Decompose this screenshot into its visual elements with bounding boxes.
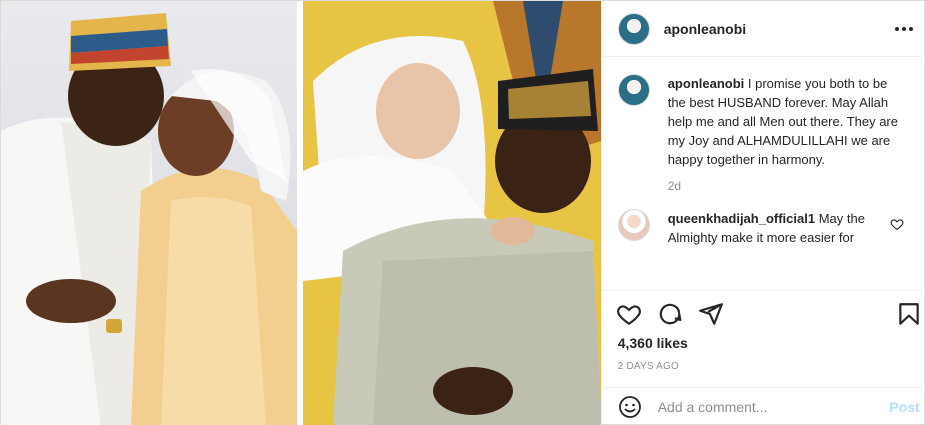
comment-input[interactable] bbox=[657, 399, 868, 415]
caption: aponleanobi I promise you both to be the… bbox=[617, 74, 910, 169]
add-comment-bar: Post bbox=[601, 387, 925, 425]
comment-text: queenkhadijah_official1 May the Almighty… bbox=[668, 209, 884, 247]
comment-item: queenkhadijah_official1 May the Almighty… bbox=[617, 209, 910, 247]
bookmark-icon[interactable] bbox=[896, 301, 922, 327]
heart-icon[interactable] bbox=[616, 301, 642, 327]
post-actions bbox=[601, 290, 925, 330]
post-button[interactable]: Post bbox=[889, 399, 919, 415]
instagram-post: aponleanobi aponleanobi I promise you bo… bbox=[0, 0, 925, 425]
post-sidebar: aponleanobi aponleanobi I promise you bo… bbox=[600, 1, 925, 425]
emoji-icon[interactable] bbox=[618, 395, 642, 419]
more-icon[interactable] bbox=[890, 15, 918, 43]
comments-section: aponleanobi I promise you both to be the… bbox=[602, 58, 925, 289]
comment-like-icon[interactable] bbox=[890, 217, 904, 231]
commenter-username[interactable]: queenkhadijah_official1 bbox=[668, 211, 815, 226]
share-icon[interactable] bbox=[698, 301, 724, 327]
post-media[interactable] bbox=[1, 1, 601, 425]
caption-time[interactable]: 2d bbox=[668, 179, 910, 193]
author-username[interactable]: aponleanobi bbox=[664, 21, 746, 37]
author-avatar[interactable] bbox=[617, 12, 650, 45]
caption-avatar[interactable] bbox=[617, 74, 650, 106]
commenter-avatar[interactable] bbox=[617, 209, 650, 241]
couple-photo-left bbox=[1, 1, 297, 425]
post-date[interactable]: 2 DAYS AGO bbox=[618, 361, 679, 372]
caption-username[interactable]: aponleanobi bbox=[668, 76, 745, 91]
caption-text: aponleanobi I promise you both to be the… bbox=[668, 74, 900, 169]
likes-count[interactable]: 4,360 likes bbox=[618, 335, 688, 351]
comment-icon[interactable] bbox=[657, 301, 683, 327]
couple-photo-right bbox=[303, 1, 601, 425]
post-header: aponleanobi bbox=[601, 1, 925, 57]
